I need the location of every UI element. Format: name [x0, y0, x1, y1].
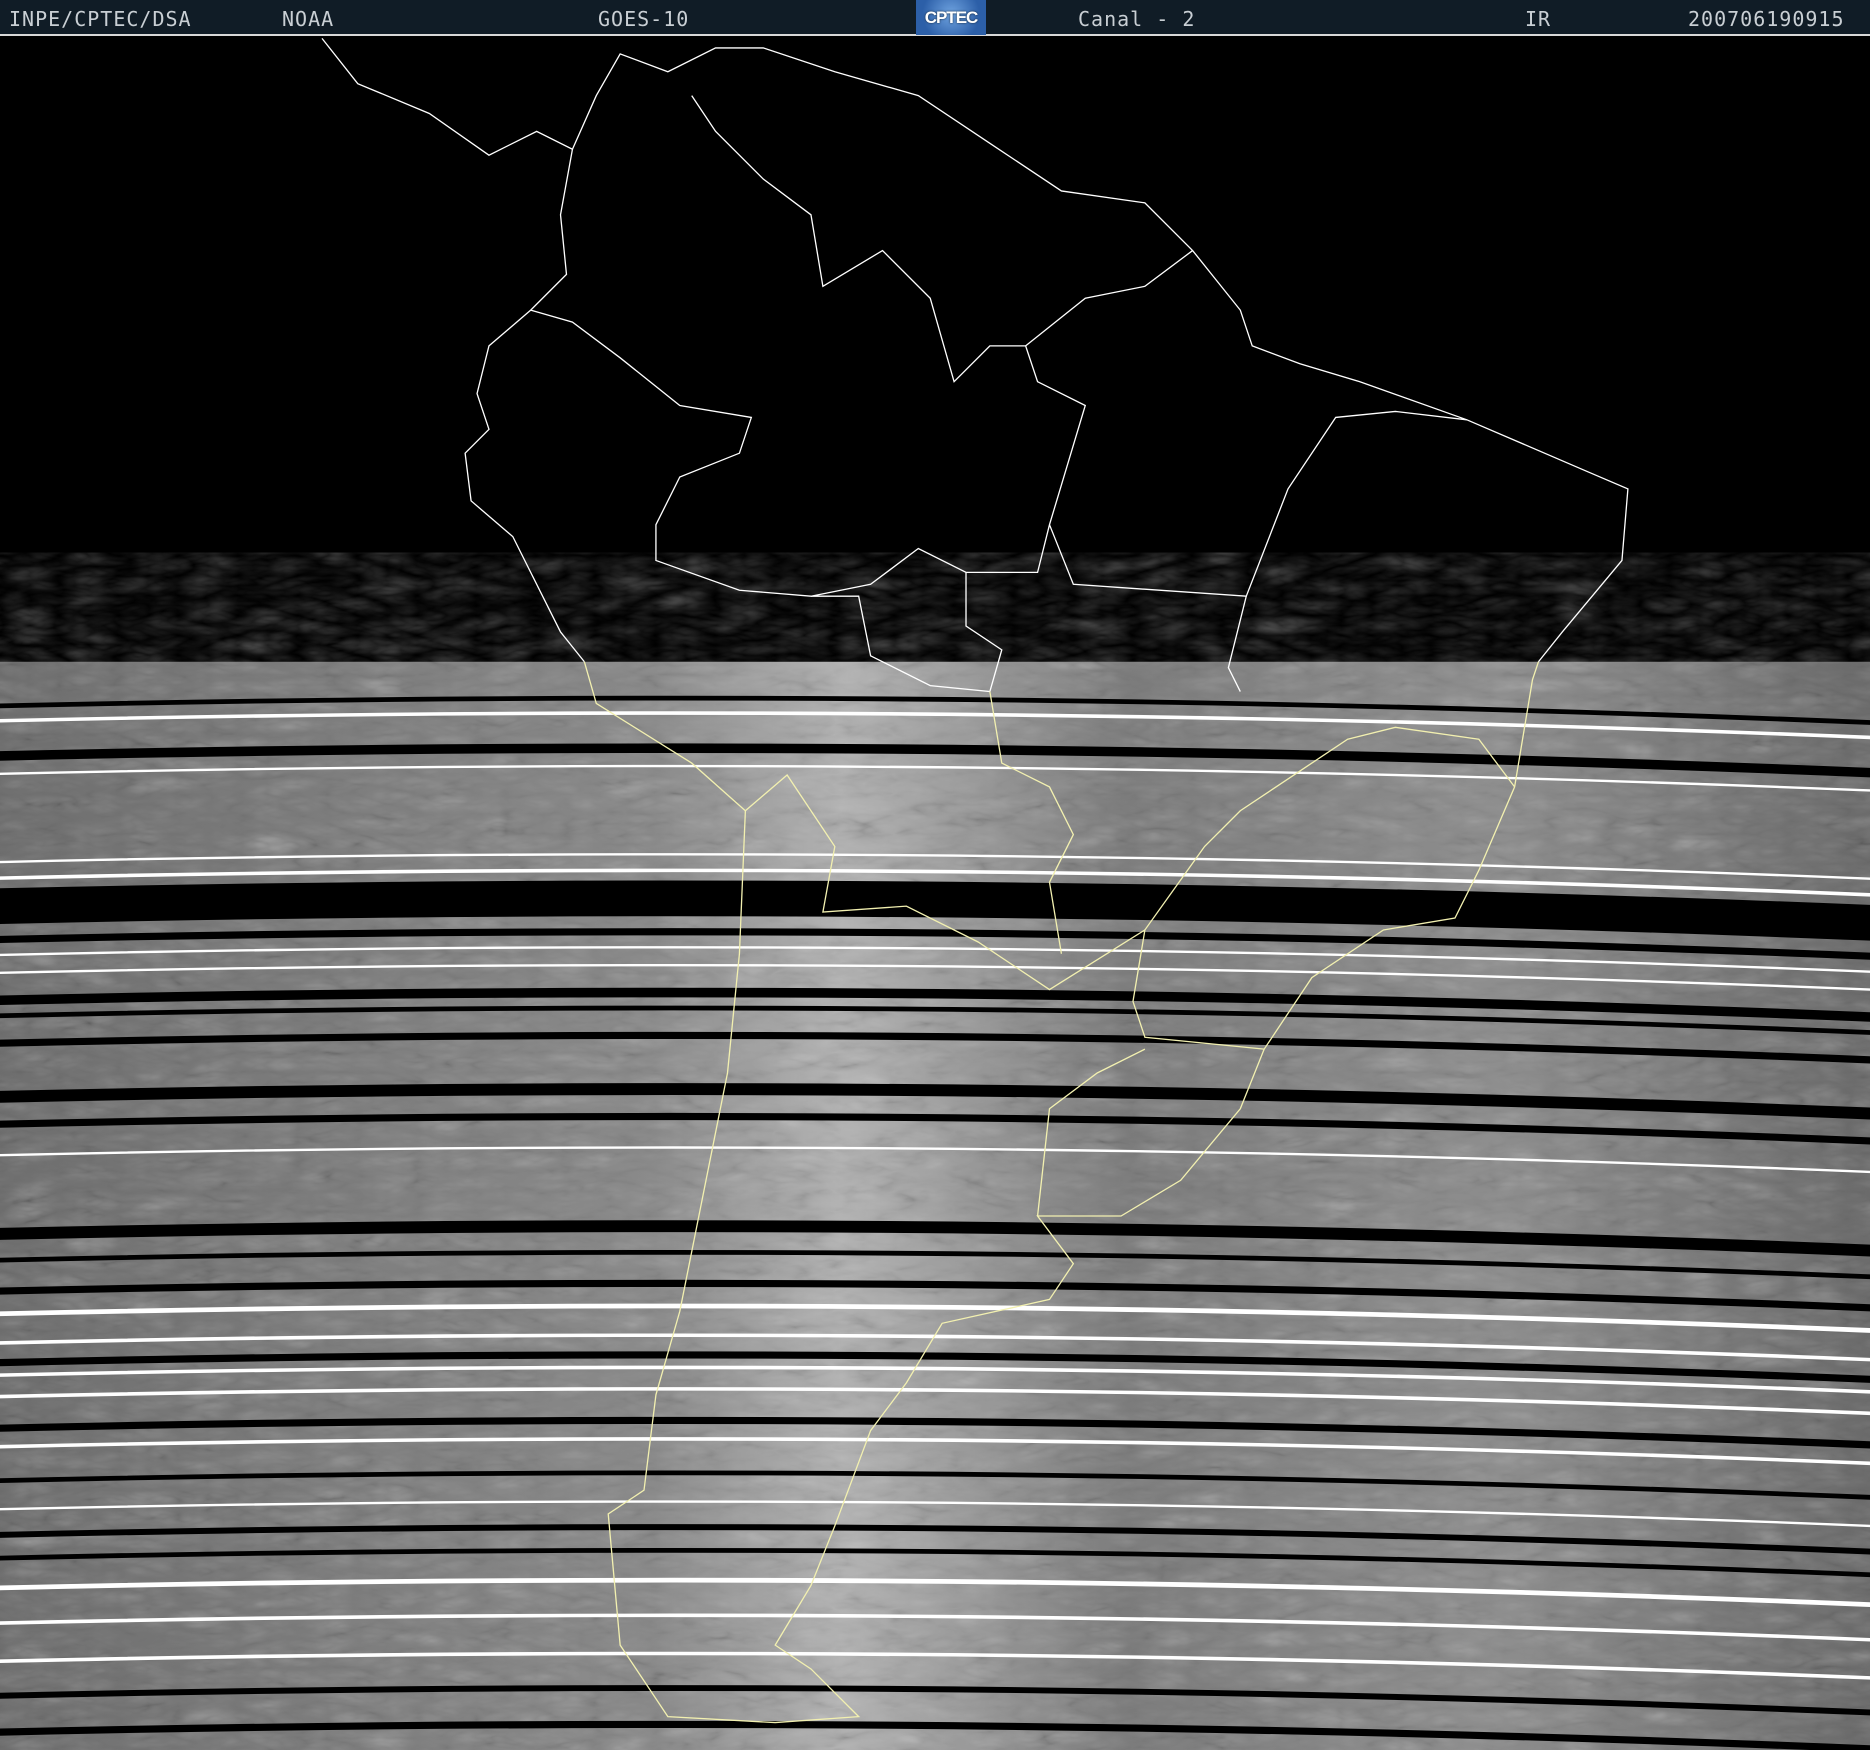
satellite-image — [0, 36, 1870, 1750]
institution-label: INPE/CPTEC/DSA — [9, 7, 192, 31]
imagery-swath — [0, 661, 1870, 1750]
timestamp-label: 200706190915 — [1688, 7, 1845, 31]
logo-text: CPTEC — [924, 7, 979, 27]
satellite-label: GOES-10 — [598, 7, 690, 31]
agency-label: NOAA — [282, 7, 335, 31]
channel-label: Canal - 2 — [1078, 7, 1196, 31]
image-header-bar: INPE/CPTEC/DSA NOAA GOES-10 CPTEC Canal … — [0, 0, 1870, 36]
band-label: IR — [1525, 7, 1552, 31]
cptec-logo: CPTEC — [916, 0, 986, 35]
